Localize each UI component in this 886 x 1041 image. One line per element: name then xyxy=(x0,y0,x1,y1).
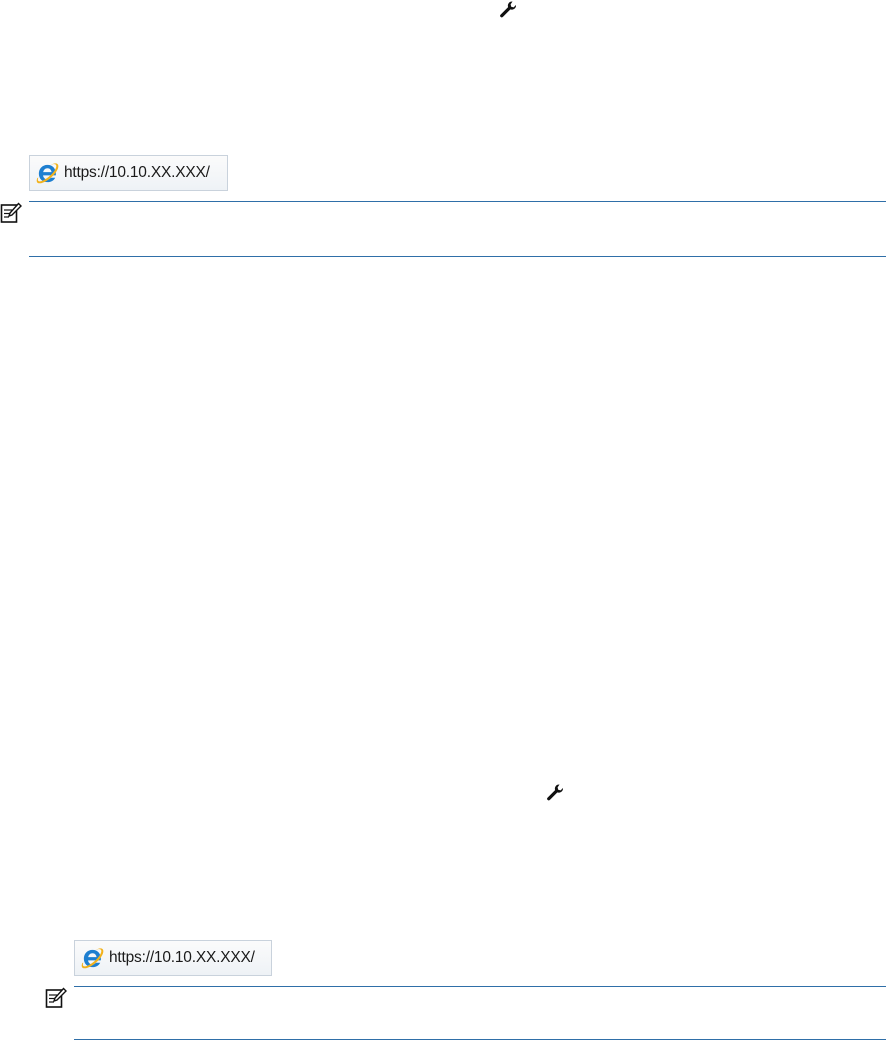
internet-explorer-icon xyxy=(81,947,104,968)
note-top-rule xyxy=(29,201,886,202)
wrench-icon xyxy=(500,1,517,18)
address-bar-url: https://10.10.XX.XXX/ xyxy=(64,164,210,181)
internet-explorer-icon xyxy=(36,162,59,183)
note-bottom-rule xyxy=(74,1039,886,1040)
note-icon xyxy=(0,202,22,223)
browser-address-bar: https://10.10.XX.XXX/ xyxy=(74,940,272,976)
note-icon xyxy=(45,987,67,1008)
address-bar-url: https://10.10.XX.XXX/ xyxy=(109,949,255,966)
note-top-rule xyxy=(74,986,886,987)
wrench-icon xyxy=(547,784,564,801)
note-bottom-rule xyxy=(29,256,886,257)
browser-address-bar: https://10.10.XX.XXX/ xyxy=(29,155,228,191)
